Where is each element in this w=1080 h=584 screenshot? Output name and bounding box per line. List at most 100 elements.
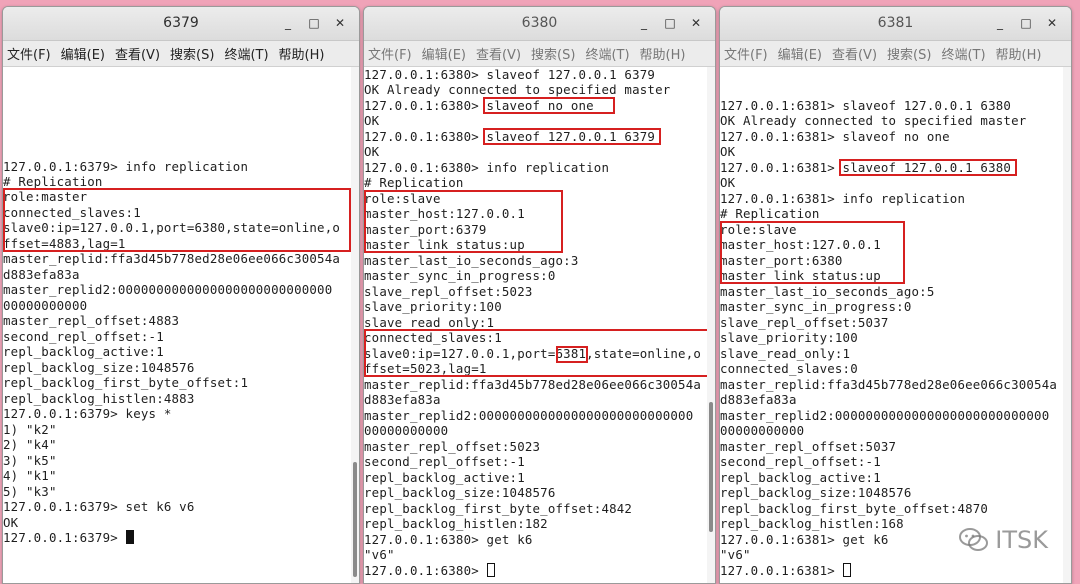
terminal-line: OK [364,113,380,128]
scrollbar-thumb[interactable] [709,402,713,532]
terminal-window-6380[interactable]: 6380 _ □ ✕ 文件(F) 编辑(E) 查看(V) 搜索(S) 终端(T)… [363,6,716,584]
terminal-line: master_repl_offset:5023 [364,439,541,454]
terminal-line: 127.0.0.1:6379> keys * [3,406,172,421]
cursor [125,530,134,544]
terminal-line: master_port:6380 [720,253,843,268]
menu-edit[interactable]: 编辑(E) [61,44,105,63]
terminal-output[interactable]: 127.0.0.1:6380> slaveof 127.0.0.1 6379 O… [364,67,707,583]
terminal-line: d883efa83a [3,267,80,282]
prompt-line[interactable]: 127.0.0.1:6381> [720,563,851,579]
prompt-line[interactable]: 127.0.0.1:6380> [364,563,495,579]
scrollbar[interactable] [1063,67,1071,583]
cursor [842,563,851,577]
terminal-output[interactable]: 127.0.0.1:6381> slaveof 127.0.0.1 6380 O… [720,67,1063,583]
menu-view[interactable]: 查看(V) [832,44,877,63]
terminal-line: # Replication [3,174,103,189]
close-button[interactable]: ✕ [685,13,707,33]
terminal-line: repl_backlog_size:1048576 [364,485,556,500]
menu-help[interactable]: 帮助(H) [640,44,686,63]
watermark: ITSK [959,526,1048,554]
terminal-line: 127.0.0.1:6380> slaveof no one [364,98,594,113]
terminal-line: repl_backlog_first_byte_offset:4870 [720,501,989,516]
menu-terminal[interactable]: 终端(T) [941,44,985,63]
menu-terminal[interactable]: 终端(T) [224,44,268,63]
maximize-button[interactable]: □ [303,13,325,33]
terminal-line: second_repl_offset:-1 [3,329,164,344]
terminal-line: slave_read_only:1 [720,346,851,361]
menu-help[interactable]: 帮助(H) [279,44,325,63]
menu-search[interactable]: 搜索(S) [531,44,575,63]
title-bar[interactable]: 6379 _ □ ✕ [3,7,359,41]
close-button[interactable]: ✕ [329,13,351,33]
menu-file[interactable]: 文件(F) [368,44,412,63]
terminal-line: role:master [3,189,88,204]
terminal-line: connected_slaves:1 [364,330,502,345]
menu-search[interactable]: 搜索(S) [170,44,214,63]
maximize-button[interactable]: □ [659,13,681,33]
menu-view[interactable]: 查看(V) [115,44,160,63]
terminal-window-6381[interactable]: 6381 _ □ ✕ 文件(F) 编辑(E) 查看(V) 搜索(S) 终端(T)… [719,6,1072,584]
terminal-line: repl_backlog_first_byte_offset:1 [3,375,249,390]
terminal-line: master_replid2:0000000000000000000000000… [364,408,694,423]
terminal-line: slave_repl_offset:5037 [720,315,889,330]
menu-search[interactable]: 搜索(S) [887,44,931,63]
terminal-line: 00000000000 [720,423,805,438]
terminal-line: master_replid:ffa3d45b778ed28e06ee066c30… [3,251,341,266]
terminal-line: 127.0.0.1:6381> info replication [720,191,966,206]
menu-edit[interactable]: 编辑(E) [422,44,466,63]
menu-edit[interactable]: 编辑(E) [778,44,822,63]
minimize-button[interactable]: _ [277,13,299,33]
title-bar[interactable]: 6381 _ □ ✕ [720,7,1071,41]
terminal-output[interactable]: 127.0.0.1:6379> info replication # Repli… [3,67,351,583]
terminal-line: d883efa83a [364,392,441,407]
maximize-button[interactable]: □ [1015,13,1037,33]
terminal-line: master_replid2:0000000000000000000000000… [720,408,1050,423]
terminal-line: second_repl_offset:-1 [720,454,881,469]
terminal-line: OK [364,144,380,159]
cursor [486,563,495,577]
terminal-line: 5) "k3" [3,484,57,499]
terminal-line: master_replid2:0000000000000000000000000… [3,282,333,297]
terminal-line: role:slave [364,191,441,206]
terminal-line: ffset=5023,lag=1 [364,361,487,376]
menu-view[interactable]: 查看(V) [476,44,521,63]
close-button[interactable]: ✕ [1041,13,1063,33]
terminal-line: repl_backlog_histlen:168 [720,516,904,531]
scrollbar[interactable] [707,67,715,583]
terminal-line: "v6" [720,547,751,562]
terminal-window-6379[interactable]: 6379 _ □ ✕ 文件(F) 编辑(E) 查看(V) 搜索(S) 终端(T)… [2,6,360,584]
terminal-line: 127.0.0.1:6380> slaveof 127.0.0.1 6379 [364,67,656,82]
terminal-line: 127.0.0.1:6380> slaveof 127.0.0.1 6379 [364,129,656,144]
terminal-line: repl_backlog_size:1048576 [720,485,912,500]
menu-help[interactable]: 帮助(H) [996,44,1042,63]
terminal-line: repl_backlog_active:1 [3,344,164,359]
terminal-line: 127.0.0.1:6380> get k6 [364,532,533,547]
terminal-line: slave_priority:100 [364,299,502,314]
terminal-line: d883efa83a [720,392,797,407]
minimize-button[interactable]: _ [989,13,1011,33]
terminal-line: 1) "k2" [3,422,57,437]
minimize-button[interactable]: _ [633,13,655,33]
terminal-line: slave_read_only:1 [364,315,495,330]
menu-file[interactable]: 文件(F) [724,44,768,63]
menu-bar: 文件(F) 编辑(E) 查看(V) 搜索(S) 终端(T) 帮助(H) [3,41,359,67]
terminal-line: 127.0.0.1:6381> get k6 [720,532,889,547]
terminal-line: 127.0.0.1:6381> slaveof no one [720,129,950,144]
terminal-line: master_replid:ffa3d45b778ed28e06ee066c30… [720,377,1058,392]
prompt-line[interactable]: 127.0.0.1:6379> [3,530,134,546]
terminal-line: OK [720,144,736,159]
prompt-text: 127.0.0.1:6381> [720,563,843,578]
menu-file[interactable]: 文件(F) [7,44,51,63]
title-bar[interactable]: 6380 _ □ ✕ [364,7,715,41]
watermark-text: ITSK [995,526,1048,554]
menu-terminal[interactable]: 终端(T) [585,44,629,63]
terminal-line: master_repl_offset:5037 [720,439,897,454]
terminal-line: ffset=4883,lag=1 [3,236,126,251]
scrollbar[interactable] [351,67,359,583]
terminal-line: 127.0.0.1:6379> info replication [3,159,249,174]
terminal-line: slave_priority:100 [720,330,858,345]
scrollbar-thumb[interactable] [353,462,357,577]
terminal-line: master_link_status:up [364,237,525,252]
menu-bar: 文件(F) 编辑(E) 查看(V) 搜索(S) 终端(T) 帮助(H) [364,41,715,67]
terminal-line: "v6" [364,547,395,562]
